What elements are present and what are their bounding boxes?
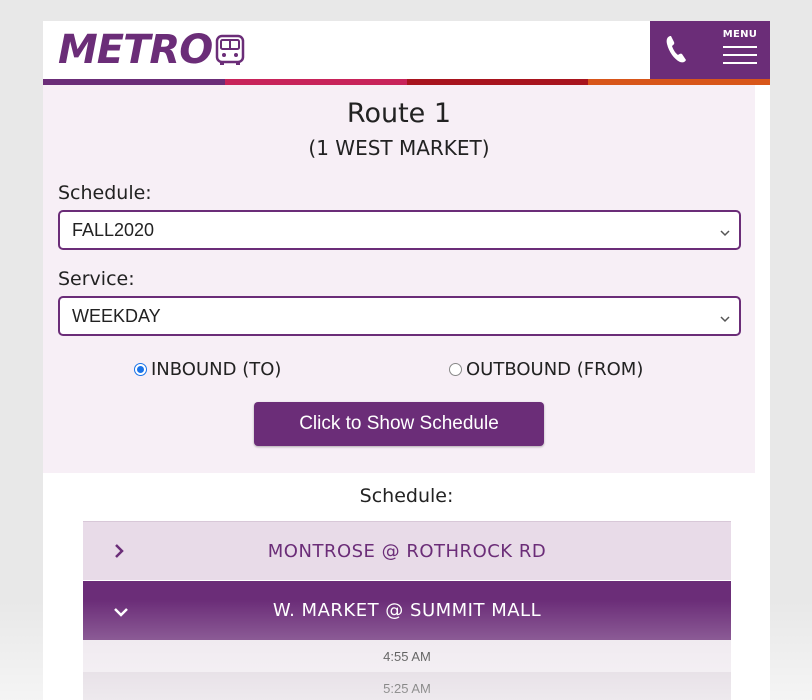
chevron-down-icon [113, 602, 129, 623]
route-form-panel: Route 1 (1 WEST MARKET) Schedule: FALL20… [43, 85, 755, 473]
logo-text: METRO [58, 27, 213, 73]
service-select-value: WEEKDAY [72, 305, 161, 326]
outbound-radio-label: OUTBOUND (FROM) [466, 359, 644, 380]
inbound-radio-option[interactable]: INBOUND (TO) [134, 359, 281, 380]
schedule-heading: Schedule: [359, 485, 454, 507]
inbound-radio-label: INBOUND (TO) [151, 359, 282, 380]
outbound-radio[interactable] [449, 363, 462, 376]
chevron-down-icon [719, 309, 731, 330]
chevron-right-icon [113, 543, 125, 564]
hamburger-menu-icon [720, 46, 760, 64]
schedule-select[interactable]: FALL2020 [58, 210, 741, 250]
service-select[interactable]: WEEKDAY [58, 296, 741, 336]
schedule-time: 4:55 AM [383, 648, 431, 664]
route-title: Route 1 [346, 98, 452, 129]
chevron-down-icon [719, 223, 731, 244]
site-header: METRO MENU [43, 21, 770, 79]
menu-label: MENU [722, 29, 758, 40]
schedule-time-row: 5:25 AM [83, 672, 731, 700]
metro-logo[interactable]: METRO [58, 27, 246, 73]
stop-row-expanded[interactable]: W. MARKET @ SUMMIT MALL [83, 581, 731, 640]
schedule-select-value: FALL2020 [72, 219, 155, 240]
schedule-time: 5:25 AM [383, 680, 431, 696]
stop-name: W. MARKET @ SUMMIT MALL [272, 600, 542, 621]
show-schedule-button[interactable]: Click to Show Schedule [254, 402, 544, 446]
page: METRO MENU Route 1 (1 WEST MARKET) Sched… [43, 21, 770, 700]
phone-icon[interactable] [664, 34, 688, 68]
inbound-radio[interactable] [134, 363, 147, 376]
route-subtitle: (1 WEST MARKET) [308, 136, 490, 160]
menu-button[interactable]: MENU [720, 29, 760, 70]
service-label: Service: [58, 268, 135, 290]
bus-icon [214, 34, 246, 66]
schedule-label: Schedule: [58, 182, 152, 204]
stop-row-collapsed[interactable]: MONTROSE @ ROTHROCK RD [83, 521, 731, 580]
schedule-time-row: 4:55 AM [83, 640, 731, 672]
outbound-radio-option[interactable]: OUTBOUND (FROM) [449, 359, 643, 380]
header-actions: MENU [650, 21, 770, 79]
stop-name: MONTROSE @ ROTHROCK RD [267, 540, 547, 562]
